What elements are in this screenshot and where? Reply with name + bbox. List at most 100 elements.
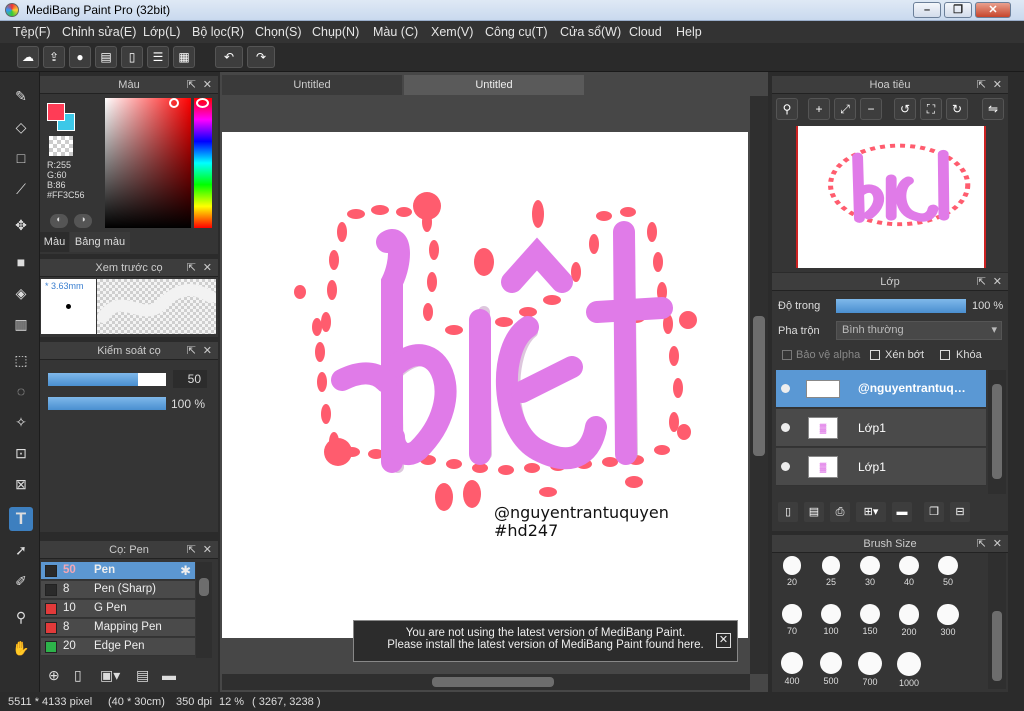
layer-scrollbar[interactable] (988, 370, 1006, 494)
update-notification[interactable]: You are not using the latest version of … (353, 620, 738, 662)
magic-wand-icon[interactable]: ✧ (9, 410, 33, 434)
doc-tab-2[interactable]: Untitled (404, 75, 584, 95)
menu-cloud[interactable]: Cloud (629, 21, 662, 39)
lasso-icon[interactable]: ◌ (9, 379, 33, 403)
zoom-icon[interactable]: ⚲ (776, 98, 798, 120)
layer-folder-icon[interactable]: ▬ (892, 502, 912, 522)
panel-close-icon[interactable]: ✕ (993, 275, 1002, 288)
panel-close-icon[interactable]: ✕ (993, 537, 1002, 550)
rotate-right-icon[interactable]: ↻ (946, 98, 968, 120)
layer-opacity-slider[interactable] (836, 299, 966, 313)
brush-size-option[interactable]: 70 (773, 604, 811, 636)
brush-size-option[interactable]: 50 (929, 556, 967, 587)
menu-color[interactable]: Màu (C) (373, 21, 418, 39)
rotate-left-icon[interactable]: ↺ (894, 98, 916, 120)
menu-view[interactable]: Xem(V) (431, 21, 473, 39)
brush-size-option[interactable]: 1000 (890, 652, 928, 688)
brush-size-option[interactable]: 500 (812, 652, 850, 686)
page-icon[interactable]: ▯ (121, 46, 143, 68)
eye-icon[interactable] (781, 423, 790, 432)
brush-size-option[interactable]: 100 (812, 604, 850, 636)
menu-file[interactable]: Tệp(F) (13, 21, 51, 39)
redo-icon[interactable]: ↷ (247, 46, 275, 68)
brush-size-option[interactable]: 20 (773, 556, 811, 587)
maximize-button[interactable]: ❐ (944, 2, 972, 18)
brush-icon[interactable]: ✎ (9, 84, 33, 108)
actual-size-icon[interactable]: ⛶ (920, 98, 942, 120)
canvas-paper[interactable]: @nguyentrantuquyen #hd247 (222, 132, 748, 638)
operation-icon[interactable]: ➚ (9, 538, 33, 562)
canvas-horizontal-scrollbar[interactable] (222, 674, 750, 690)
eyedropper-icon[interactable]: ⚲ (9, 605, 33, 629)
menu-tools[interactable]: Công cụ(T) (485, 21, 548, 39)
doc-tab-1[interactable]: Untitled (222, 75, 402, 95)
add-layer-menu-icon[interactable]: ⊞▾ (856, 502, 886, 522)
brush-size-option[interactable]: 700 (851, 652, 889, 687)
fill-brush-icon[interactable]: ⟋ (9, 177, 33, 201)
menu-window[interactable]: Cửa sổ(W) (560, 21, 621, 39)
panel-float-icon[interactable]: ⇱ (977, 537, 986, 550)
close-button[interactable]: ✕ (975, 2, 1011, 18)
transparent-swatch[interactable] (49, 136, 73, 156)
gear-icon[interactable]: ✱ (180, 563, 191, 579)
new-halftone-layer-icon[interactable]: ▤ (804, 502, 824, 522)
new-8bit-layer-icon[interactable]: ⎙ (830, 502, 850, 522)
brush-properties-icon[interactable]: ▤ (136, 667, 149, 684)
panel-float-icon[interactable]: ⇱ (187, 78, 196, 91)
brush-size-slider[interactable] (48, 373, 166, 386)
brush-size-option[interactable]: 200 (890, 604, 928, 637)
menu-layer[interactable]: Lớp(L) (143, 21, 180, 39)
undo-icon[interactable]: ↶ (215, 46, 243, 68)
page-list-icon[interactable]: ☰ (147, 46, 169, 68)
color-picker-mode-icon[interactable]: ◐ (50, 214, 68, 228)
minimize-button[interactable]: – (913, 2, 941, 18)
tab-palette[interactable]: Bảng màu (70, 232, 130, 252)
text-icon[interactable]: T (9, 507, 33, 531)
fill-rect-icon[interactable]: ■ (9, 250, 33, 274)
brush-opacity-slider[interactable] (48, 397, 166, 410)
blend-mode-select[interactable]: Bình thường ▾ (836, 321, 1002, 340)
layer-row[interactable]: ▓ Lớp1 (776, 448, 986, 486)
close-icon[interactable]: ✕ (716, 633, 731, 648)
menu-capture[interactable]: Chụp(N) (312, 21, 359, 39)
panel-float-icon[interactable]: ⇱ (977, 275, 986, 288)
layer-scroll-thumb[interactable] (992, 384, 1002, 479)
panel-close-icon[interactable]: ✕ (203, 78, 212, 91)
menu-select[interactable]: Chọn(S) (255, 21, 302, 39)
cloud-icon[interactable]: ☁ (17, 46, 39, 68)
panel-float-icon[interactable]: ⇱ (187, 261, 196, 274)
brush-item-g-pen[interactable]: 10 G Pen (41, 600, 195, 618)
canvas-hscroll-thumb[interactable] (432, 677, 554, 687)
layer-row[interactable]: ▓ Lớp1 (776, 409, 986, 447)
eye-icon[interactable] (781, 462, 790, 471)
eraser-icon[interactable]: ◇ (9, 115, 33, 139)
color-swap-icon[interactable]: ◑ (74, 214, 92, 228)
merge-layer-icon[interactable]: ⊟ (950, 502, 970, 522)
panel-close-icon[interactable]: ✕ (203, 543, 212, 556)
brush-size-option[interactable]: 150 (851, 604, 889, 636)
panel-close-icon[interactable]: ✕ (203, 261, 212, 274)
hue-slider[interactable] (194, 98, 212, 228)
new-layer-icon[interactable]: ▯ (778, 502, 798, 522)
eye-icon[interactable] (781, 384, 790, 393)
brush-list-scrollbar[interactable] (196, 562, 212, 658)
brush-size-option[interactable]: 30 (851, 556, 889, 587)
rectangle-icon[interactable]: □ (9, 146, 33, 170)
canvas-vscroll-thumb[interactable] (753, 316, 765, 456)
brush-size-value[interactable]: 50 (173, 370, 207, 388)
move-icon[interactable]: ✥ (9, 213, 33, 237)
speech-bubble-icon[interactable]: ▤ (95, 46, 117, 68)
brush-size-option[interactable]: 400 (773, 652, 811, 686)
tab-color[interactable]: Màu (40, 232, 69, 252)
brush-item-pen[interactable]: 50 Pen ✱ (41, 562, 195, 580)
select-pen-icon[interactable]: ⊡ (9, 441, 33, 465)
brush-size-option[interactable]: 40 (890, 556, 928, 587)
brush-size-option[interactable]: 300 (929, 604, 967, 637)
select-eraser-icon[interactable]: ⊠ (9, 472, 33, 496)
brush-size-scroll-thumb[interactable] (992, 611, 1002, 681)
menu-filter[interactable]: Bộ lọc(R) (192, 21, 244, 39)
gradient-icon[interactable]: ▥ (9, 312, 33, 336)
clipping-checkbox[interactable] (870, 350, 880, 360)
brush-type-icon[interactable]: ▣▾ (100, 667, 120, 684)
panel-float-icon[interactable]: ⇱ (977, 78, 986, 91)
